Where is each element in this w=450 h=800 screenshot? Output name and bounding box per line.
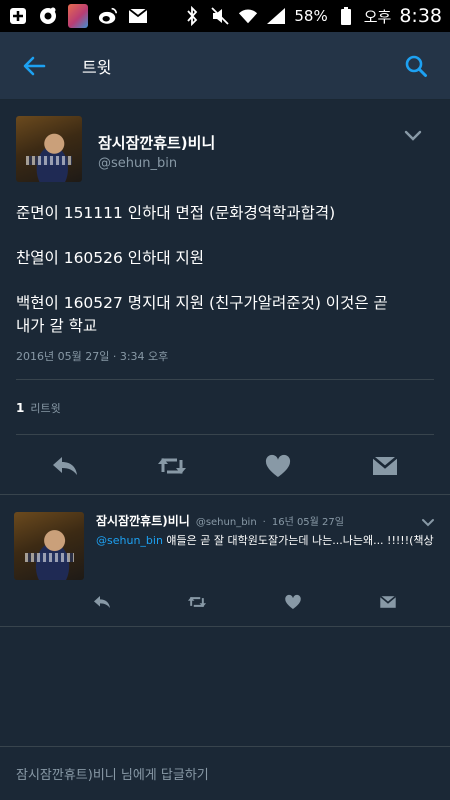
reply-date: 16년 05월 27일 bbox=[271, 517, 344, 528]
heart-icon[interactable] bbox=[258, 446, 298, 486]
mute-icon bbox=[210, 6, 230, 26]
back-arrow-icon[interactable] bbox=[14, 46, 54, 86]
avatar[interactable] bbox=[16, 116, 82, 182]
divider bbox=[16, 379, 434, 380]
display-name: 잠시잠깐휴트)비니 bbox=[96, 514, 190, 528]
chevron-down-icon[interactable] bbox=[402, 128, 424, 144]
tweet-line: 찬열이 160526 인하대 지원 bbox=[16, 249, 205, 267]
weibo-icon bbox=[98, 6, 118, 26]
retweet-count: 1 bbox=[16, 401, 25, 415]
retweet-icon[interactable] bbox=[152, 446, 192, 486]
wifi-icon bbox=[238, 6, 258, 26]
plus-box-icon bbox=[8, 6, 28, 26]
heart-icon[interactable] bbox=[281, 590, 305, 614]
cookie-icon bbox=[38, 6, 58, 26]
time-ampm: 오후 bbox=[363, 7, 392, 26]
clock: 8:38 bbox=[399, 5, 442, 27]
retweet-label: 리트윗 bbox=[30, 402, 61, 415]
direct-message-icon[interactable] bbox=[376, 590, 400, 614]
battery-percent: 58% bbox=[294, 7, 328, 25]
tweet-line: 준면이 151111 인하대 면접 (문화경역학과합격) bbox=[16, 204, 336, 222]
retweet-icon[interactable] bbox=[185, 590, 209, 614]
page-title: 트윗 bbox=[82, 57, 112, 77]
main-tweet: 잠시잠깐휴트)비니 @sehun_bin 준면이 151111 인하대 면접 (… bbox=[0, 100, 450, 495]
section-separator bbox=[0, 626, 450, 627]
app-toolbar: 트윗 bbox=[0, 32, 450, 100]
tweet-actions bbox=[0, 440, 450, 492]
app-thumbnail-icon bbox=[68, 4, 88, 28]
reply-input-bar[interactable]: 잠시잠깐휴트)비니 님에게 답글하기 bbox=[0, 746, 450, 800]
section-separator bbox=[0, 494, 450, 495]
mail-icon bbox=[128, 6, 148, 26]
reply-icon[interactable] bbox=[90, 590, 114, 614]
reply-body: 얘들은 곧 잘 대학원도잘가는데 나는...나는왜... !!!!!(책상 쾅 bbox=[162, 534, 436, 547]
reply-icon[interactable] bbox=[45, 446, 85, 486]
tweet-line: 백현이 160527 명지대 지원 (친구가알려준것) 이것은 곧 bbox=[16, 294, 388, 312]
user-handle: @sehun_bin bbox=[195, 517, 257, 528]
divider bbox=[16, 434, 434, 435]
avatar[interactable] bbox=[14, 512, 84, 580]
direct-message-icon[interactable] bbox=[365, 446, 405, 486]
display-name[interactable]: 잠시잠깐휴트)비니 bbox=[98, 132, 215, 153]
status-bar: 58% 오후 8:38 bbox=[0, 0, 450, 32]
separator-dot: · bbox=[262, 517, 266, 528]
signal-icon bbox=[266, 6, 286, 26]
reply-tweet[interactable]: 잠시잠깐휴트)비니 @sehun_bin · 16년 05월 27일 @sehu… bbox=[0, 496, 450, 626]
reply-text: @sehun_bin 얘들은 곧 잘 대학원도잘가는데 나는...나는왜... … bbox=[96, 532, 436, 548]
reply-header: 잠시잠깐휴트)비니 @sehun_bin · 16년 05월 27일 bbox=[96, 512, 344, 529]
retweet-stats[interactable]: 1 리트윗 bbox=[16, 400, 61, 416]
tweet-text: 준면이 151111 인하대 면접 (문화경역학과합격) 찬열이 160526 … bbox=[16, 202, 441, 338]
reply-actions bbox=[90, 588, 400, 616]
search-icon[interactable] bbox=[396, 46, 436, 86]
tweet-line: 내가 갈 학교 bbox=[16, 317, 98, 335]
reply-input-placeholder: 잠시잠깐휴트)비니 님에게 답글하기 bbox=[16, 768, 209, 783]
mention-link[interactable]: @sehun_bin bbox=[96, 534, 163, 547]
tweet-timestamp: 2016년 05월 27일 · 3:34 오후 bbox=[16, 350, 169, 363]
user-handle[interactable]: @sehun_bin bbox=[98, 156, 177, 171]
battery-icon bbox=[336, 6, 356, 26]
bluetooth-icon bbox=[182, 6, 202, 26]
chevron-down-icon[interactable] bbox=[420, 514, 436, 527]
